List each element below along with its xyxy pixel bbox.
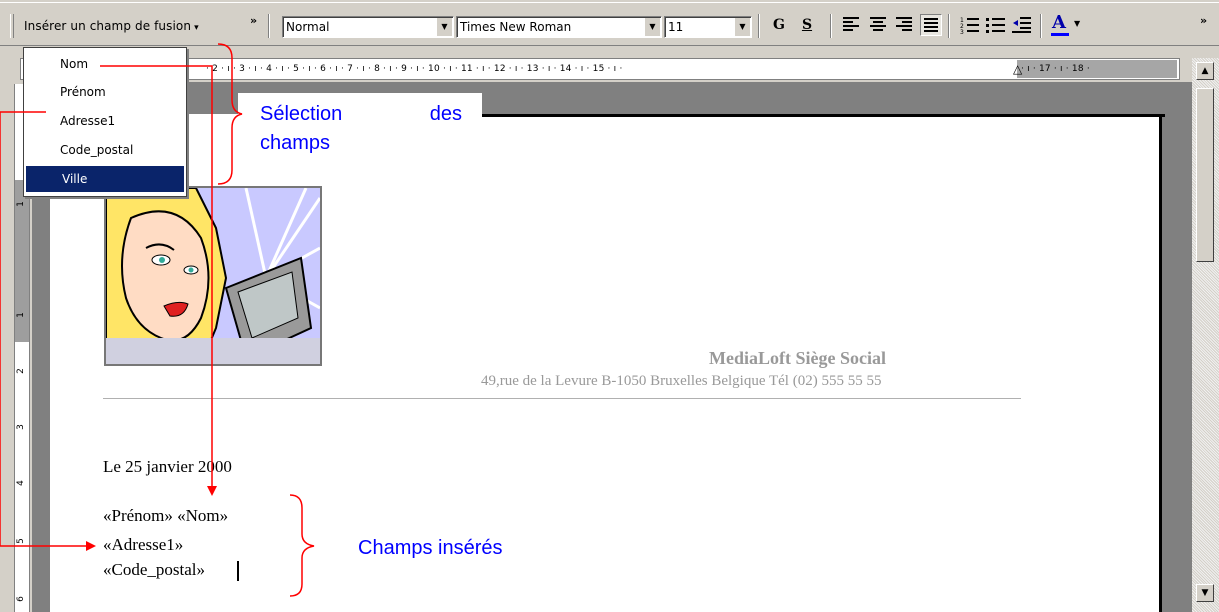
dropdown-item-adresse1[interactable]: Adresse1 bbox=[26, 108, 184, 134]
letterhead-divider bbox=[103, 398, 1021, 399]
bullet-list-icon[interactable] bbox=[986, 16, 1006, 34]
toolbar-separator bbox=[1040, 14, 1042, 38]
toolbar-separator bbox=[948, 14, 950, 38]
chevron-down-icon: ▾ bbox=[194, 23, 199, 33]
vruler-label: 4 bbox=[15, 480, 26, 486]
font-value: Times New Roman bbox=[460, 20, 572, 34]
underline-button[interactable]: S bbox=[796, 14, 818, 36]
font-color-icon: A bbox=[1052, 12, 1066, 33]
ruler-marks-right: · ı · 17 · ı · 18 · bbox=[1021, 64, 1090, 74]
callout-inserted-fields: Champs insérés bbox=[358, 537, 503, 559]
vruler-label: 3 bbox=[15, 424, 26, 430]
merge-field-address-line[interactable]: «Adresse1» bbox=[103, 535, 183, 555]
justify-icon[interactable] bbox=[920, 14, 942, 36]
insert-merge-field-button[interactable]: Insérer un champ de fusion ▾ bbox=[18, 13, 250, 39]
align-right-icon[interactable] bbox=[896, 17, 912, 33]
align-left-icon[interactable] bbox=[843, 17, 859, 33]
scroll-down-icon[interactable]: ▼ bbox=[1196, 584, 1214, 602]
merge-field-dropdown[interactable]: Nom Prénom Adresse1 Code_postal Ville bbox=[23, 47, 187, 197]
bold-button[interactable]: G bbox=[768, 14, 790, 36]
font-color-swatch bbox=[1051, 33, 1069, 36]
chevron-down-icon[interactable]: ▼ bbox=[734, 18, 750, 36]
dropdown-item-prenom[interactable]: Prénom bbox=[26, 79, 184, 105]
vruler-label: 2 bbox=[15, 368, 26, 374]
merge-field-name-line[interactable]: «Prénom» «Nom» bbox=[103, 506, 228, 526]
toolbar-separator bbox=[268, 14, 270, 38]
toolbar-separator bbox=[830, 14, 832, 38]
svg-text:3: 3 bbox=[960, 29, 964, 34]
chevron-down-icon[interactable]: ▼ bbox=[644, 18, 660, 36]
text-cursor bbox=[237, 561, 239, 581]
horizontal-ruler[interactable]: · 2 · ı · 3 · ı · 4 · ı · 5 · ı · 6 · ı … bbox=[20, 58, 1180, 80]
ruler-marks: · 2 · ı · 3 · ı · 4 · ı · 5 · ı · 6 · ı … bbox=[206, 64, 623, 74]
toolbar-overflow-button[interactable]: » bbox=[1200, 14, 1207, 40]
dropdown-item-code-postal[interactable]: Code_postal bbox=[26, 137, 184, 163]
callout-word: Sélection bbox=[260, 103, 343, 125]
dropdown-item-ville[interactable]: Ville bbox=[26, 166, 184, 192]
style-value: Normal bbox=[286, 20, 330, 34]
style-select[interactable]: Normal ▼ bbox=[282, 16, 454, 38]
vruler-label: 6 bbox=[15, 596, 26, 602]
merge-field-postal-line[interactable]: «Code_postal» bbox=[103, 560, 205, 580]
company-name: MediaLoft Siège Social bbox=[709, 348, 886, 368]
chevron-down-icon[interactable]: ▼ bbox=[1074, 19, 1080, 28]
callout-word: des bbox=[429, 103, 462, 125]
toolbar-separator bbox=[758, 14, 760, 38]
company-address: 49,rue de la Levure B-1050 Bruxelles Bel… bbox=[481, 373, 882, 389]
indent-marker-icon[interactable]: △ bbox=[1013, 62, 1022, 76]
font-size-value: 11 bbox=[668, 20, 684, 34]
scroll-up-icon[interactable]: ▲ bbox=[1196, 62, 1214, 80]
vruler-label: 5 bbox=[15, 538, 26, 544]
vruler-label: 1 bbox=[15, 201, 26, 207]
toolbar-grip[interactable] bbox=[10, 14, 14, 38]
font-size-select[interactable]: 11 ▼ bbox=[664, 16, 752, 38]
scrollbar-thumb[interactable] bbox=[1196, 88, 1214, 262]
toolbar-overflow-button[interactable]: » bbox=[250, 14, 264, 40]
chevron-down-icon[interactable]: ▼ bbox=[436, 18, 452, 36]
align-center-icon[interactable] bbox=[870, 17, 886, 33]
font-color-button[interactable]: A ▼ bbox=[1048, 12, 1080, 38]
callout-selection-line2: champs bbox=[260, 132, 331, 154]
insert-merge-field-label: Insérer un champ de fusion bbox=[24, 19, 192, 33]
dropdown-item-nom[interactable]: Nom bbox=[26, 51, 184, 77]
letter-date[interactable]: Le 25 janvier 2000 bbox=[103, 457, 232, 477]
clipart-woman-computer[interactable] bbox=[104, 186, 322, 366]
vruler-label: 1 bbox=[15, 312, 26, 318]
formatting-toolbar: Insérer un champ de fusion ▾ » Normal ▼ T… bbox=[0, 0, 1219, 46]
font-select[interactable]: Times New Roman ▼ bbox=[456, 16, 662, 38]
numbered-list-icon[interactable]: 123 bbox=[960, 16, 980, 34]
decrease-indent-icon[interactable] bbox=[1012, 16, 1032, 34]
callout-selection-line1: Sélection des bbox=[260, 103, 462, 126]
page-edge bbox=[480, 114, 1165, 117]
